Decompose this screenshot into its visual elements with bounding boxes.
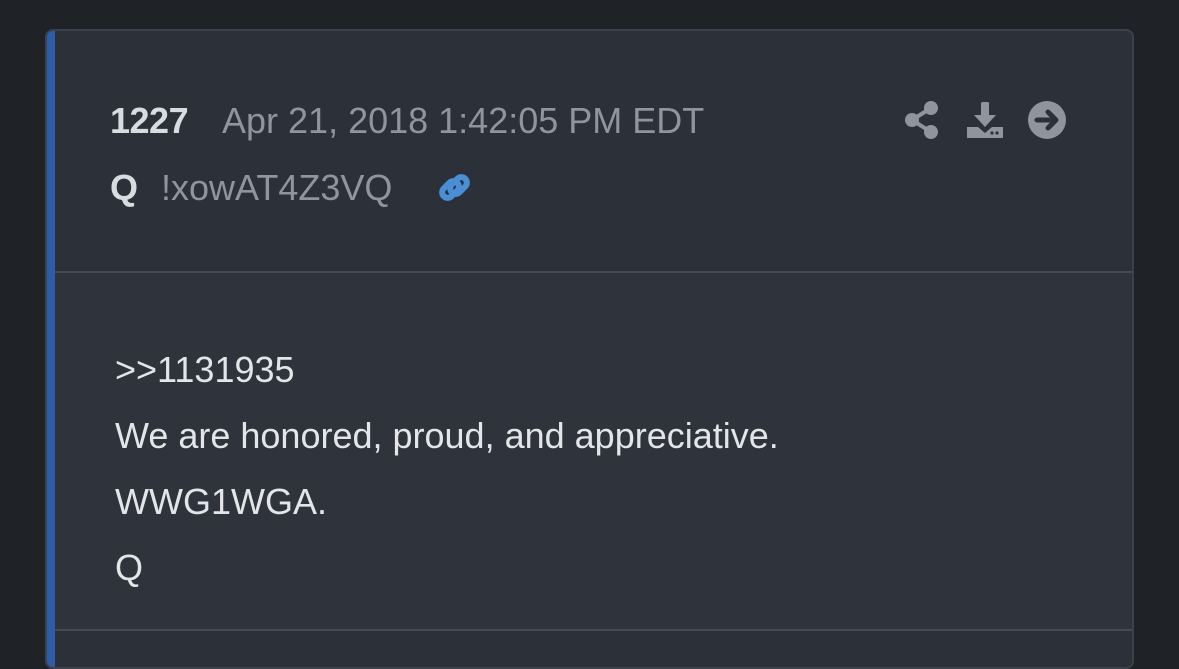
post-reference-link[interactable]: >>1131935 (115, 348, 295, 392)
post-text-line: WWG1WGA. (115, 481, 327, 522)
arrow-right-circle-icon[interactable] (1026, 99, 1068, 141)
author-name: Q (110, 167, 139, 208)
download-icon[interactable] (964, 99, 1006, 141)
link-icon[interactable] (433, 167, 475, 209)
post-text-line: We are honored, proud, and appreciative. (115, 415, 779, 456)
share-icon[interactable] (902, 99, 944, 141)
author-tripcode: !xowAT4Z3VQ (161, 167, 393, 208)
post-number: 1227 (110, 100, 189, 141)
post-card: 1227 Apr 21, 2018 1:42:05 PM EDT Q !xowA… (45, 29, 1134, 669)
post-header: 1227 Apr 21, 2018 1:42:05 PM EDT Q !xowA… (55, 31, 1132, 273)
post-accent-bar (47, 31, 55, 667)
post-signature: Q (115, 547, 144, 588)
post-body: >>1131935 We are honored, proud, and app… (55, 273, 1132, 631)
post-timestamp: Apr 21, 2018 1:42:05 PM EDT (222, 100, 705, 141)
